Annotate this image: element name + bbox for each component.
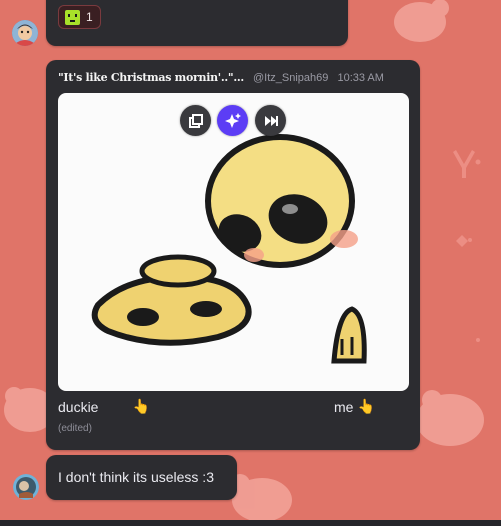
avatar-image <box>13 474 39 500</box>
reply-preview[interactable]: "It's like Christmas mornin'.."... @Itz_… <box>58 71 489 85</box>
green-square-face-emoji-icon <box>65 9 80 25</box>
reply-author[interactable]: @Itz_Snipah69 <box>253 72 328 84</box>
pointing-up-emoji-icon: 👆 <box>132 398 150 414</box>
sparkle-button[interactable] <box>217 105 248 136</box>
message-text: I don't think its useless :3 <box>58 469 214 485</box>
sparkle-icon <box>224 112 241 128</box>
duck-gif-image <box>91 134 367 364</box>
caption-right: me 👆 <box>334 398 375 415</box>
pointing-up-emoji-icon: 👆 <box>357 398 375 414</box>
gif-media[interactable] <box>58 93 409 391</box>
reaction-count: 1 <box>86 10 93 24</box>
avatar[interactable] <box>12 20 38 46</box>
open-external-button[interactable] <box>180 105 211 136</box>
reply-title: "It's like Christmas mornin'.."... <box>58 71 244 84</box>
bottom-divider <box>0 520 501 526</box>
avatar-image <box>12 20 38 46</box>
caption-left-text: duckie <box>58 398 99 415</box>
skip-forward-icon <box>264 115 278 126</box>
skip-forward-button[interactable] <box>255 105 286 136</box>
caption-right-text: me <box>334 398 354 415</box>
edited-label: (edited) <box>58 423 92 434</box>
reply-timestamp: 10:33 AM <box>337 72 384 84</box>
caption-left: duckie 👆 <box>58 398 150 415</box>
message-bubble-bottom: I don't think its useless :3 <box>46 455 237 500</box>
reaction-chip[interactable]: 1 <box>58 5 101 29</box>
open-external-icon <box>188 113 203 128</box>
avatar[interactable] <box>13 474 39 500</box>
